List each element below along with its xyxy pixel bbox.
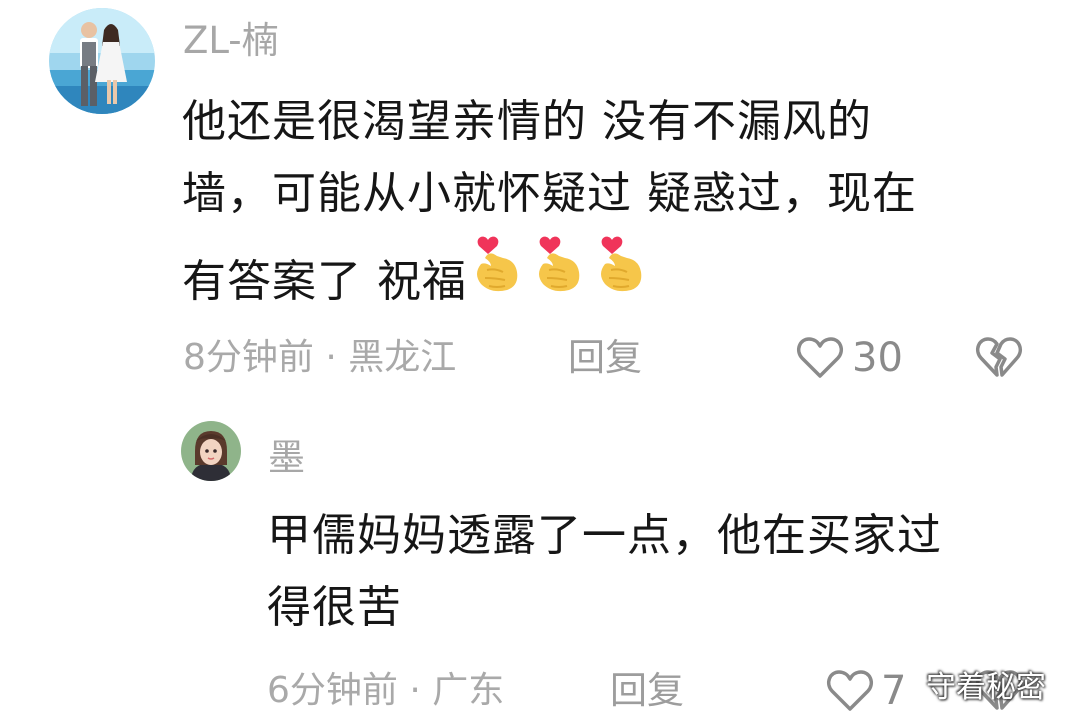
avatar[interactable] [181, 421, 241, 481]
comment-text-line: 他还是很渴望亲情的 没有不漏风的 [182, 96, 872, 147]
avatar[interactable] [49, 8, 155, 114]
heart-outline-icon[interactable] [796, 336, 844, 380]
comment-text-line-content: 有答案了 祝福 [182, 256, 467, 307]
comment-text-line: 有答案了 祝福 [182, 230, 1042, 318]
watermark: 守着秘密 [926, 670, 1046, 705]
comment-text: 他还是很渴望亲情的 没有不漏风的 墙，可能从小就怀疑过 疑惑过，现在 有答案了 … [182, 86, 1042, 318]
username[interactable]: 墨 [268, 436, 305, 480]
comment-meta: 8分钟前 · 黑龙江 [183, 337, 457, 378]
comment-text-line: 墙，可能从小就怀疑过 疑惑过，现在 [182, 168, 917, 219]
username[interactable]: ZL-楠 [183, 19, 279, 63]
finger-heart-emoji [533, 230, 583, 318]
like-count: 7 [881, 668, 907, 714]
comment-meta: 6分钟前 · 广东 [267, 670, 505, 711]
finger-heart-emoji [595, 230, 645, 318]
comment-text: 甲儒妈妈透露了一点，他在买家过 得很苦 [267, 500, 1057, 644]
reply-button[interactable]: 回复 [610, 669, 684, 713]
like-count: 30 [852, 335, 903, 381]
finger-heart-emoji [471, 230, 521, 318]
emoji-group [471, 230, 645, 318]
reply-button[interactable]: 回复 [568, 336, 642, 380]
broken-heart-icon[interactable] [975, 336, 1023, 380]
comment-text-line: 甲儒妈妈透露了一点，他在买家过 [267, 510, 942, 561]
heart-outline-icon[interactable] [826, 669, 874, 713]
comment-text-line: 得很苦 [267, 582, 402, 633]
